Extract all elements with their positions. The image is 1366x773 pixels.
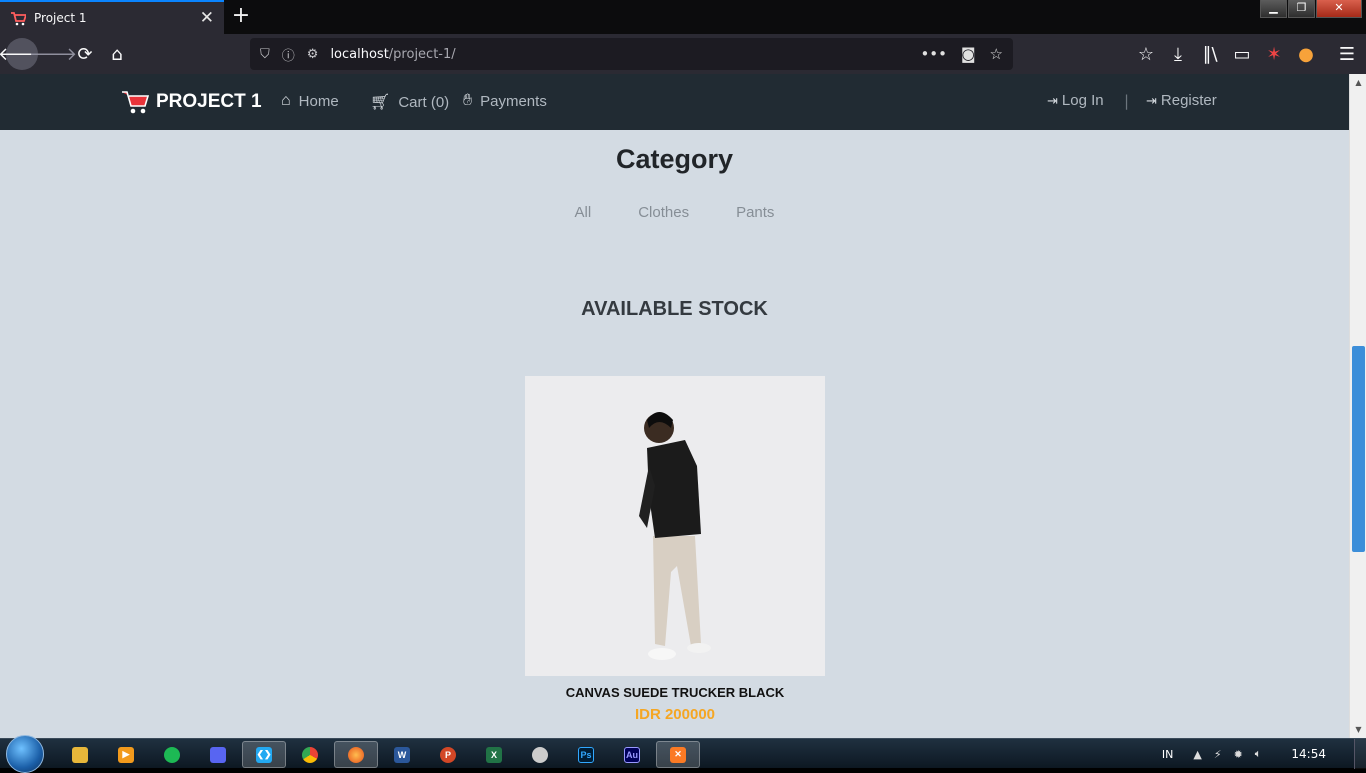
product-price: IDR 200000: [634, 706, 716, 723]
category-pants[interactable]: Pants: [736, 204, 774, 221]
xampp-icon[interactable]: ✕: [656, 741, 700, 768]
brand-name: PROJECT 1: [156, 91, 262, 112]
category-all[interactable]: All: [575, 204, 592, 221]
taskbar: ▶ ❮❯ W P X Ps Au ✕ IN ▲ ⚡︎ ✹ 🔈︎ 14:54: [0, 735, 1366, 773]
product-card[interactable]: CANVAS SUEDE TRUCKER BLACK IDR 200000: [525, 376, 825, 723]
cart-icon: 🛒︎: [370, 94, 391, 111]
url-path: /project-1/: [388, 46, 456, 62]
show-hidden-icons-icon[interactable]: ▲: [1193, 748, 1201, 761]
bookmarks-toolbar-icon[interactable]: ☆: [1134, 42, 1158, 66]
word-icon[interactable]: W: [380, 741, 424, 768]
photoshop-icon[interactable]: Ps: [564, 741, 608, 768]
nav-cart-label: Cart (0): [398, 93, 450, 111]
discord-icon[interactable]: [196, 741, 240, 768]
bookmark-star-icon[interactable]: ☆: [990, 45, 1003, 63]
scroll-down-icon[interactable]: ▼: [1350, 721, 1366, 738]
address-bar[interactable]: ⛉ ⓘ ⚙ localhost/project-1/ ••• ◙ ☆: [250, 38, 1013, 70]
browser-tab[interactable]: Project 1 ✕: [0, 0, 224, 34]
tab-strip: Project 1 ✕ + ▁ ❐ ✕: [0, 0, 1366, 34]
volume-icon[interactable]: 🔈︎: [1255, 747, 1262, 761]
file-explorer-icon[interactable]: [58, 741, 102, 768]
close-tab-icon[interactable]: ✕: [200, 9, 214, 27]
brand-link[interactable]: PROJECT 1: [120, 88, 262, 116]
excel-icon[interactable]: X: [472, 741, 516, 768]
category-list: All Clothes Pants: [0, 204, 1349, 221]
new-tab-button[interactable]: +: [228, 4, 254, 30]
nav-home-label: Home: [298, 92, 339, 110]
minimize-button[interactable]: ▁: [1260, 0, 1287, 18]
nav-cart[interactable]: 🛒︎ Cart (0): [370, 92, 449, 112]
url-host: localhost: [330, 46, 389, 62]
nav-login[interactable]: ⇥ Log In: [1047, 92, 1104, 109]
product-name[interactable]: CANVAS SUEDE TRUCKER BLACK: [525, 685, 825, 700]
network-icon[interactable]: ✹: [1234, 748, 1243, 761]
cart-icon: [11, 12, 26, 26]
site-navbar: PROJECT 1 ⌂ Home 🛒︎ Cart (0) ✋︎ Payments…: [0, 74, 1349, 130]
sidebar-icon[interactable]: ▭: [1230, 42, 1254, 66]
stock-heading: AVAILABLE STOCK: [581, 298, 768, 320]
show-desktop-button[interactable]: [1354, 739, 1366, 769]
home-icon: ⌂: [281, 92, 291, 109]
tab-title: Project 1: [34, 11, 87, 25]
chrome-icon[interactable]: [288, 741, 332, 768]
sign-in-icon: ⇥: [1047, 92, 1058, 108]
nav-register-label: Register: [1160, 92, 1217, 109]
permissions-icon[interactable]: ⚙: [307, 47, 319, 62]
system-tray: IN ▲ ⚡︎ ✹ 🔈︎ 14:54: [1162, 739, 1366, 769]
app-icon[interactable]: [518, 741, 562, 768]
media-player-icon[interactable]: ▶: [104, 741, 148, 768]
nav-payments[interactable]: ✋︎ Payments: [463, 92, 547, 110]
reload-icon[interactable]: ⟳: [73, 42, 97, 66]
vscode-icon[interactable]: ❮❯: [242, 741, 286, 768]
power-icon[interactable]: ⚡︎: [1214, 748, 1222, 761]
nav-separator: |: [1124, 92, 1130, 110]
downloads-icon[interactable]: ⤓: [1166, 42, 1190, 66]
close-window-button[interactable]: ✕: [1316, 0, 1362, 18]
cart-logo-icon: [122, 91, 150, 114]
nav-login-label: Log In: [1061, 92, 1104, 109]
audition-icon[interactable]: Au: [610, 741, 654, 768]
powerpoint-icon[interactable]: P: [426, 741, 470, 768]
hand-coin-icon: ✋︎: [463, 92, 473, 109]
forward-icon[interactable]: 🡒: [29, 42, 77, 66]
nav-payments-label: Payments: [480, 92, 547, 110]
window-controls: ▁ ❐ ✕: [1260, 0, 1362, 18]
home-icon[interactable]: ⌂: [105, 42, 129, 66]
extension-icon[interactable]: ✶: [1262, 42, 1286, 66]
clock[interactable]: 14:54: [1291, 747, 1326, 761]
product-image[interactable]: [525, 376, 825, 676]
library-icon[interactable]: ∥\: [1198, 42, 1222, 66]
scrollbar-thumb[interactable]: [1352, 346, 1365, 552]
info-icon[interactable]: ⓘ: [282, 45, 295, 64]
nav-register[interactable]: ⇥ Register: [1146, 92, 1217, 109]
pocket-icon[interactable]: ◙: [961, 45, 976, 63]
sign-in-icon: ⇥: [1146, 92, 1157, 108]
start-button[interactable]: [6, 735, 44, 773]
spotify-icon[interactable]: [150, 741, 194, 768]
category-clothes[interactable]: Clothes: [638, 204, 689, 221]
vertical-scrollbar[interactable]: ▲ ▼: [1349, 74, 1366, 738]
page-viewport: PROJECT 1 ⌂ Home 🛒︎ Cart (0) ✋︎ Payments…: [0, 74, 1349, 738]
language-indicator[interactable]: IN: [1162, 748, 1173, 761]
page-actions-icon[interactable]: •••: [920, 45, 947, 63]
extension-icon[interactable]: ●: [1294, 42, 1318, 66]
menu-icon[interactable]: ☰: [1335, 42, 1359, 66]
shield-icon[interactable]: ⛉: [260, 47, 270, 62]
nav-home[interactable]: ⌂ Home: [281, 92, 339, 110]
restore-button[interactable]: ❐: [1288, 0, 1315, 18]
category-heading: Category: [615, 144, 734, 174]
scroll-up-icon[interactable]: ▲: [1350, 74, 1366, 91]
browser-toolbar: 🡐 🡒 ⟳ ⌂ ⛉ ⓘ ⚙ localhost/project-1/ ••• ◙…: [0, 34, 1366, 74]
firefox-icon[interactable]: [334, 741, 378, 768]
